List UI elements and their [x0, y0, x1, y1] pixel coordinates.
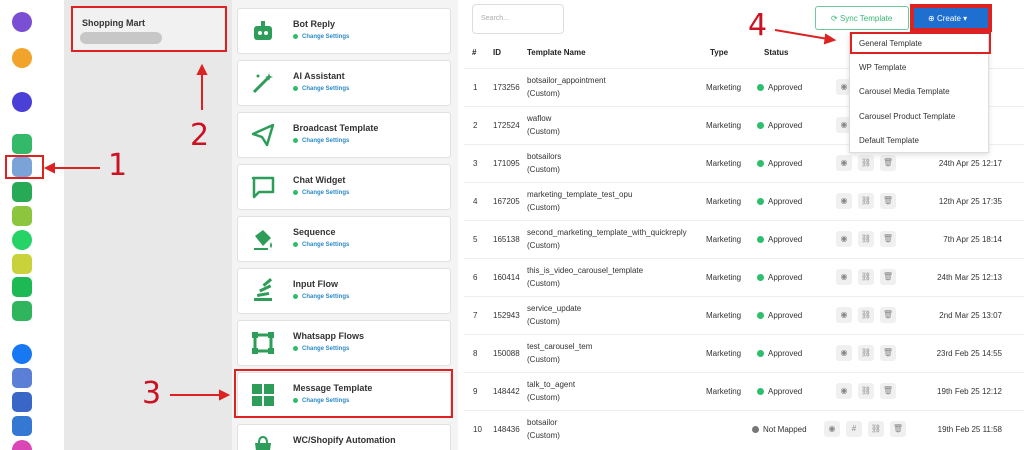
annotation-step-1: 1: [108, 148, 128, 183]
annotation-step-3: 3: [142, 376, 162, 411]
annotation-step-2: 2: [190, 118, 210, 153]
annotation-step-4: 4: [748, 8, 768, 43]
app-root: Shopping Mart Bot Reply Change Settings …: [0, 0, 1024, 450]
